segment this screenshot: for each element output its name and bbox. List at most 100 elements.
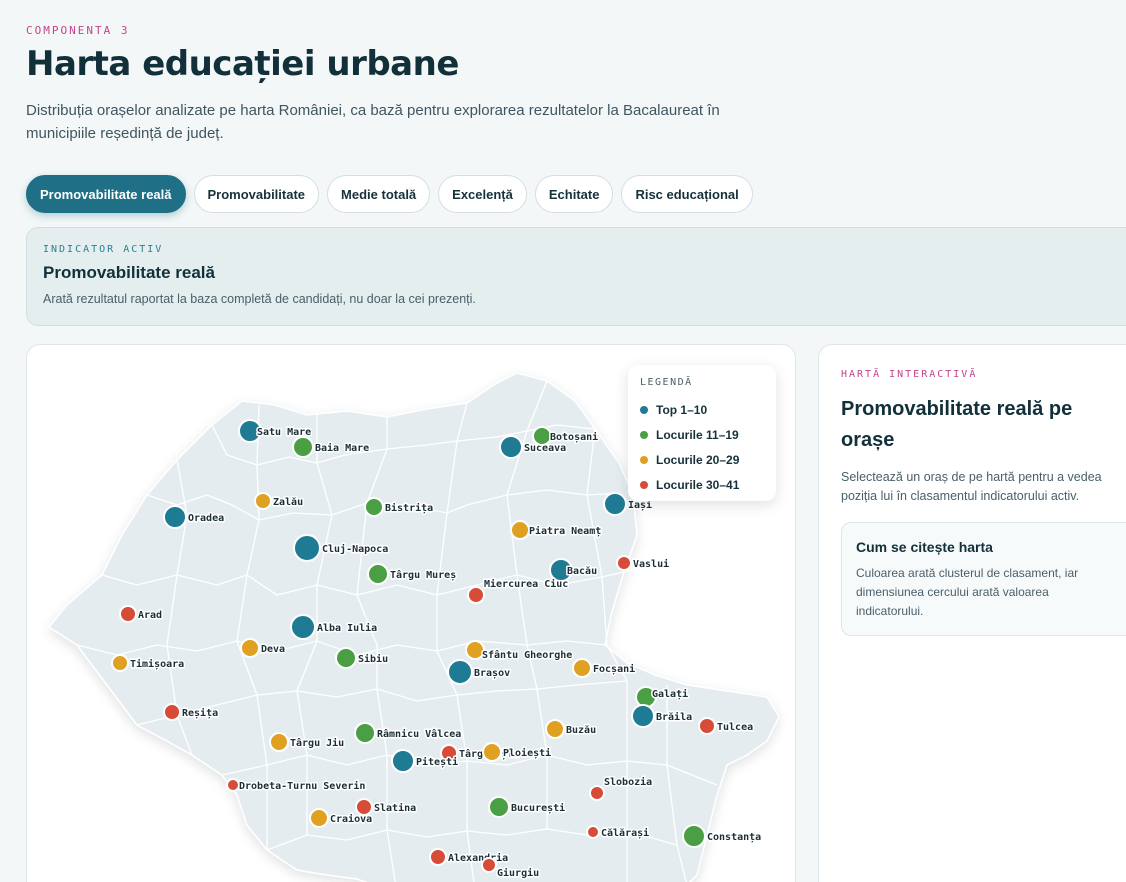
city-label: Pitești (416, 756, 458, 768)
city-dot[interactable] (290, 614, 316, 640)
city-label: Râmnicu Vâlcea (377, 728, 461, 740)
tab-excelenta[interactable]: Excelență (438, 175, 527, 213)
city-label: Baia Mare (315, 442, 369, 454)
city-label: Sibiu (358, 653, 388, 665)
city-dot[interactable] (293, 534, 321, 562)
tab-risc-educational[interactable]: Risc educațional (621, 175, 753, 213)
city-dot[interactable] (698, 717, 716, 735)
legend-item-top: Top 1–10 (640, 397, 764, 422)
map-card: Satu Mare Baia Mare Suceava Botoșani Zalău Bi… (26, 344, 796, 882)
city-dot[interactable] (364, 497, 384, 517)
city-marker[interactable]: Călărași (586, 825, 651, 841)
city-label: Oradea (188, 513, 224, 524)
city-dot[interactable] (292, 436, 314, 458)
city-label: Buzău (566, 724, 596, 736)
indicator-description: Arată rezultatul raportat la baza comple… (43, 292, 476, 306)
city-label: Miercurea Ciuc (484, 578, 568, 590)
city-label: Bacău (567, 565, 597, 577)
city-dot[interactable] (335, 647, 357, 669)
legend-item-20-29: Locurile 20–29 (640, 447, 764, 472)
city-dot[interactable] (226, 778, 240, 792)
map-legend: LEGENDĂ Top 1–10 Locurile 11–19 Locurile… (628, 365, 776, 501)
page-subtitle: Distribuția orașelor analizate pe harta … (26, 102, 720, 142)
city-dot[interactable] (488, 796, 510, 818)
city-dot[interactable] (269, 732, 289, 752)
city-dot[interactable] (631, 704, 655, 728)
legend-dot-icon (640, 430, 648, 439)
city-label: Târgu Jiu (290, 737, 344, 749)
city-label: Târgu Mureș (390, 569, 456, 581)
city-dot[interactable] (481, 857, 497, 873)
city-dot[interactable] (240, 638, 260, 658)
city-label: Vaslui (633, 558, 669, 570)
legend-item-30-41: Locurile 30–41 (640, 472, 764, 497)
component-eyebrow: COMPONENTA 3 (26, 24, 130, 37)
city-label: Slobozia (604, 776, 652, 788)
legend-dot-icon (640, 480, 648, 489)
city-dot[interactable] (467, 586, 485, 604)
legend-label: Locurile 30–41 (656, 477, 740, 492)
city-label: Constanța (707, 832, 761, 843)
indicator-eyebrow: INDICATOR ACTIV (43, 244, 164, 255)
city-label: Piatra Neamț (529, 525, 601, 537)
city-dot[interactable] (429, 848, 447, 866)
city-dot[interactable] (367, 563, 389, 585)
city-label: Timișoara (130, 658, 184, 670)
city-dot[interactable] (447, 659, 473, 685)
city-label: Reșița (182, 707, 218, 719)
city-label: Ploiești (503, 747, 551, 759)
tab-promovabilitate-reala[interactable]: Promovabilitate reală (26, 175, 186, 213)
legend-dot-icon (640, 405, 648, 414)
indicator-title: Promovabilitate reală (43, 263, 215, 282)
city-marker[interactable]: Constanța (682, 824, 763, 848)
active-indicator-panel: INDICATOR ACTIV Promovabilitate reală Ar… (26, 227, 1126, 326)
legend-label: Top 1–10 (656, 402, 708, 417)
info-description: Selectează un oraș de pe hartă pentru a … (841, 470, 1102, 503)
city-dot[interactable] (499, 435, 523, 459)
legend-title: LEGENDĂ (640, 377, 693, 388)
city-dot[interactable] (354, 722, 376, 744)
city-dot[interactable] (163, 505, 187, 529)
city-dot[interactable] (603, 492, 627, 516)
page-title: Harta educației urbane (26, 44, 459, 84)
tab-medie-totala[interactable]: Medie totală (327, 175, 431, 213)
how-to-read-box: Cum se citește harta Culoarea arată clus… (841, 522, 1126, 636)
tab-echitate[interactable]: Echitate (534, 175, 614, 213)
city-dot[interactable] (119, 605, 137, 623)
city-label: Tulcea (717, 722, 753, 733)
city-dot[interactable] (482, 742, 502, 762)
tab-promovabilitate[interactable]: Promovabilitate (193, 175, 320, 213)
legend-item-11-19: Locurile 11–19 (640, 422, 764, 447)
city-dot[interactable] (355, 798, 373, 816)
city-label: Slatina (374, 802, 416, 814)
how-to-read-description: Culoarea arată clusterul de clasament, i… (856, 566, 1079, 618)
info-title: Promovabilitate reală pe orașe (841, 398, 1073, 451)
city-dot[interactable] (309, 808, 329, 828)
city-dot[interactable] (163, 703, 181, 721)
city-label: Drobeta-Turnu Severin (239, 780, 365, 792)
city-dot[interactable] (572, 658, 592, 678)
city-dot[interactable] (532, 426, 552, 446)
info-eyebrow: HARTĂ INTERACTIVĂ (841, 369, 978, 380)
city-marker[interactable]: Vaslui (616, 555, 671, 572)
city-dot[interactable] (682, 824, 706, 848)
indicator-tabs: Promovabilitate reală Promovabilitate Me… (26, 175, 753, 213)
city-dot[interactable] (391, 749, 415, 773)
city-marker[interactable]: Drobeta-Turnu Severin (226, 778, 367, 794)
city-label: Călărași (601, 827, 649, 839)
city-dot[interactable] (586, 825, 600, 839)
city-label: Brăila (656, 711, 692, 723)
city-dot[interactable] (589, 785, 605, 801)
city-dot[interactable] (111, 654, 129, 672)
legend-label: Locurile 20–29 (656, 452, 740, 467)
city-dot[interactable] (545, 719, 565, 739)
city-dot[interactable] (510, 520, 530, 540)
how-to-read-title: Cum se citește harta (856, 539, 993, 555)
city-label: Botoșani (550, 431, 598, 443)
city-label: Bistrița (385, 502, 433, 514)
city-label: Zalău (273, 496, 303, 508)
city-label: Cluj-Napoca (322, 543, 388, 555)
city-label: Arad (138, 610, 162, 621)
city-dot[interactable] (254, 492, 272, 510)
city-dot[interactable] (616, 555, 632, 571)
